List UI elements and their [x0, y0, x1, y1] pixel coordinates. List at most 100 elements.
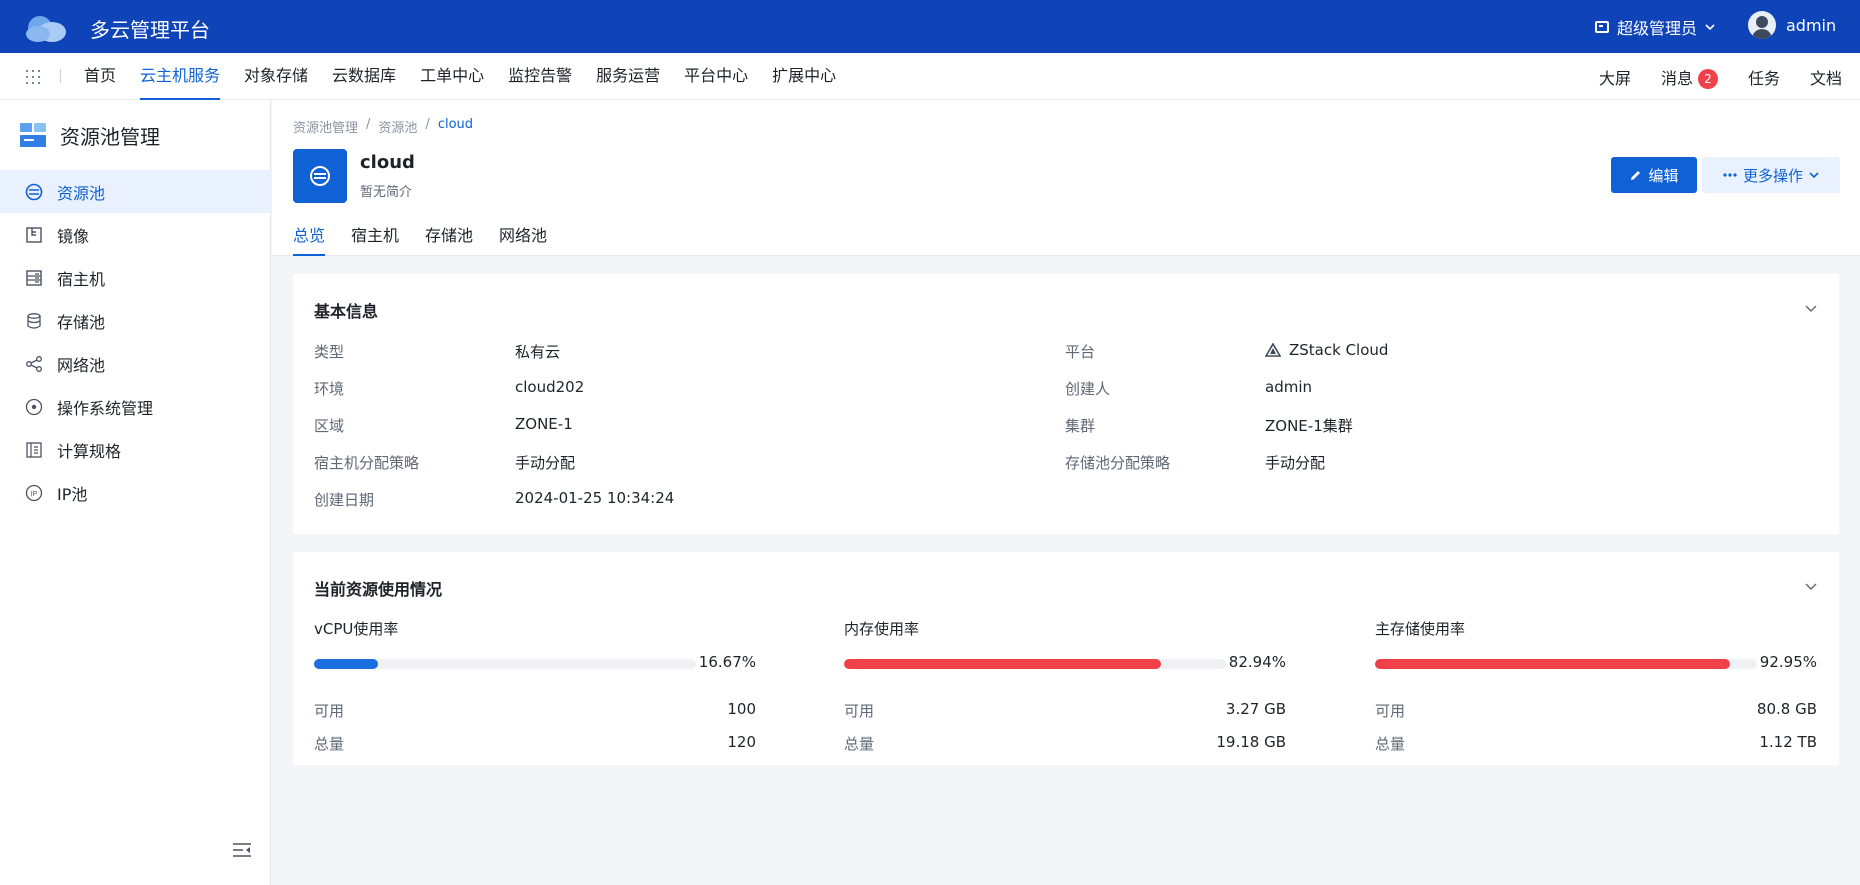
info-label-zone: 区域 [314, 417, 345, 435]
pencil-icon [1631, 170, 1641, 180]
sidebar-item-label: 资源池 [57, 183, 106, 203]
messages-link[interactable]: 消息 2 [1661, 65, 1718, 89]
info-value-platform-wrap: ZStack Cloud [1265, 341, 1388, 359]
info-value-platform: ZStack Cloud [1289, 341, 1389, 359]
sidebar-item-os-management[interactable]: 操作系统管理 [0, 385, 270, 428]
nav-item-home[interactable]: 首页 [72, 53, 128, 100]
usage-block-vcpu: vCPU使用率 16.67% 可用 100 总量 120 [314, 618, 756, 753]
tab-network-pools[interactable]: 网络池 [499, 224, 547, 256]
tab-hosts[interactable]: 宿主机 [351, 224, 399, 256]
chevron-down-icon[interactable] [1805, 302, 1817, 314]
usage-progress-track [844, 659, 1226, 669]
nav-divider [60, 69, 61, 83]
basic-info-card: 基本信息 类型 私有云 环境 cloud202 区域 ZONE-1 宿主机分配策… [293, 274, 1839, 534]
total-value: 120 [727, 733, 756, 751]
total-value: 1.12 TB [1759, 733, 1817, 751]
info-value-host-allocation: 手动分配 [515, 454, 576, 472]
info-label-storage-allocation: 存储池分配策略 [1065, 454, 1171, 472]
avatar [1748, 11, 1776, 39]
total-value: 19.18 GB [1216, 733, 1286, 751]
info-label-environment: 环境 [314, 380, 345, 398]
total-label: 总量 [844, 735, 875, 753]
sidebar-item-compute-spec[interactable]: 计算规格 [0, 428, 270, 471]
info-value-creator: admin [1265, 378, 1312, 396]
nav-item-cloud-db[interactable]: 云数据库 [320, 53, 408, 100]
sidebar-item-image[interactable]: 镜像 [0, 213, 270, 256]
collapse-sidebar-icon[interactable] [232, 842, 252, 858]
nav-item-ticket-center[interactable]: 工单中心 [408, 53, 496, 100]
nav-item-extension-center[interactable]: 扩展中心 [760, 53, 848, 100]
role-switcher[interactable]: 超级管理员 [1595, 15, 1715, 39]
storage-pool-icon [25, 312, 43, 330]
sidebar-title: 资源池管理 [60, 124, 160, 149]
available-value: 3.27 GB [1225, 700, 1286, 718]
usage-progress-fill [314, 659, 378, 669]
resource-name: cloud [360, 152, 415, 173]
info-value-zone: ZONE-1 [515, 415, 573, 433]
tab-overview[interactable]: 总览 [293, 224, 326, 256]
usage-progress-track [1375, 659, 1757, 669]
nav-item-cloud-host[interactable]: 云主机服务 [128, 53, 232, 100]
more-actions-button[interactable]: 更多操作 [1702, 157, 1840, 193]
sidebar: 资源池管理 资源池 镜像 宿主机 存储池 网络池 操作系统管理 计算规格 IP … [0, 100, 271, 885]
usage-percent: 16.67% [698, 653, 756, 671]
messages-label: 消息 [1660, 68, 1693, 88]
usage-block-primary-storage: 主存储使用率 92.95% 可用 80.8 GB 总量 1.12 TB [1375, 618, 1817, 753]
sidebar-item-ip-pool[interactable]: IP IP池 [0, 471, 270, 514]
resource-usage-title: 当前资源使用情况 [314, 580, 443, 599]
nav-item-service-ops[interactable]: 服务运营 [584, 53, 672, 100]
sidebar-item-network-pool[interactable]: 网络池 [0, 342, 270, 385]
docs-link[interactable]: 文档 [1810, 65, 1842, 89]
user-menu[interactable]: admin [1748, 11, 1836, 39]
ip-pool-icon: IP [25, 484, 43, 502]
tab-storage-pools[interactable]: 存储池 [425, 224, 473, 256]
tasks-link[interactable]: 任务 [1748, 65, 1780, 89]
info-value-cluster: ZONE-1集群 [1265, 417, 1353, 435]
host-icon [25, 269, 43, 287]
available-label: 可用 [1375, 702, 1406, 720]
page-header: 资源池管理 / 资源池 / cloud cloud 暂无简介 编辑 更多操作 总… [272, 100, 1860, 256]
nav-item-monitoring[interactable]: 监控告警 [496, 53, 584, 100]
apps-grid-icon[interactable] [26, 70, 40, 84]
resource-description: 暂无简介 [360, 185, 413, 200]
nav-item-object-storage[interactable]: 对象存储 [232, 53, 320, 100]
available-value: 80.8 GB [1756, 700, 1817, 718]
chevron-down-icon [1705, 24, 1715, 31]
sidebar-item-label: 网络池 [57, 355, 106, 375]
usage-title: vCPU使用率 [314, 620, 399, 638]
resource-usage-card: 当前资源使用情况 vCPU使用率 16.67% 可用 100 总量 120 内存使用… [293, 552, 1839, 765]
sidebar-item-storage-pool[interactable]: 存储池 [0, 299, 270, 342]
breadcrumb: 资源池管理 / 资源池 / cloud [293, 117, 473, 136]
compute-spec-icon [25, 441, 43, 459]
app-title: 多云管理平台 [90, 18, 210, 42]
nav-item-platform-center[interactable]: 平台中心 [672, 53, 760, 100]
usage-block-memory: 内存使用率 82.94% 可用 3.27 GB 总量 19.18 GB [844, 618, 1286, 753]
resource-pool-icon [25, 183, 43, 201]
id-card-icon [1595, 21, 1609, 33]
available-label: 可用 [844, 702, 875, 720]
svg-text:IP: IP [31, 491, 38, 498]
usage-title: 内存使用率 [844, 620, 920, 638]
chevron-down-icon [1809, 172, 1819, 179]
breadcrumb-item-resource-pool[interactable]: 资源池 [378, 117, 417, 136]
chevron-down-icon[interactable] [1805, 580, 1817, 592]
cloud-logo-icon [26, 16, 66, 42]
available-label: 可用 [314, 702, 345, 720]
role-label: 超级管理员 [1617, 19, 1698, 38]
sidebar-item-host[interactable]: 宿主机 [0, 256, 270, 299]
big-screen-link[interactable]: 大屏 [1599, 65, 1631, 89]
edit-button[interactable]: 编辑 [1611, 157, 1697, 193]
sidebar-header: 资源池管理 [18, 120, 160, 150]
breadcrumb-item-resource-pool-management[interactable]: 资源池管理 [293, 117, 358, 136]
basic-info-title: 基本信息 [314, 302, 379, 321]
usage-title: 主存储使用率 [1375, 620, 1466, 638]
breadcrumb-separator: / [425, 117, 430, 132]
main-nav: 首页 云主机服务 对象存储 云数据库 工单中心 监控告警 服务运营 平台中心 扩… [0, 53, 1860, 100]
sidebar-item-resource-pool[interactable]: 资源池 [0, 170, 270, 213]
info-value-environment: cloud202 [515, 378, 585, 396]
edit-button-label: 编辑 [1648, 166, 1679, 185]
more-actions-label: 更多操作 [1742, 166, 1803, 185]
top-bar: 多云管理平台 超级管理员 admin [0, 0, 1860, 53]
available-value: 100 [727, 700, 756, 718]
breadcrumb-item-current: cloud [437, 117, 474, 132]
